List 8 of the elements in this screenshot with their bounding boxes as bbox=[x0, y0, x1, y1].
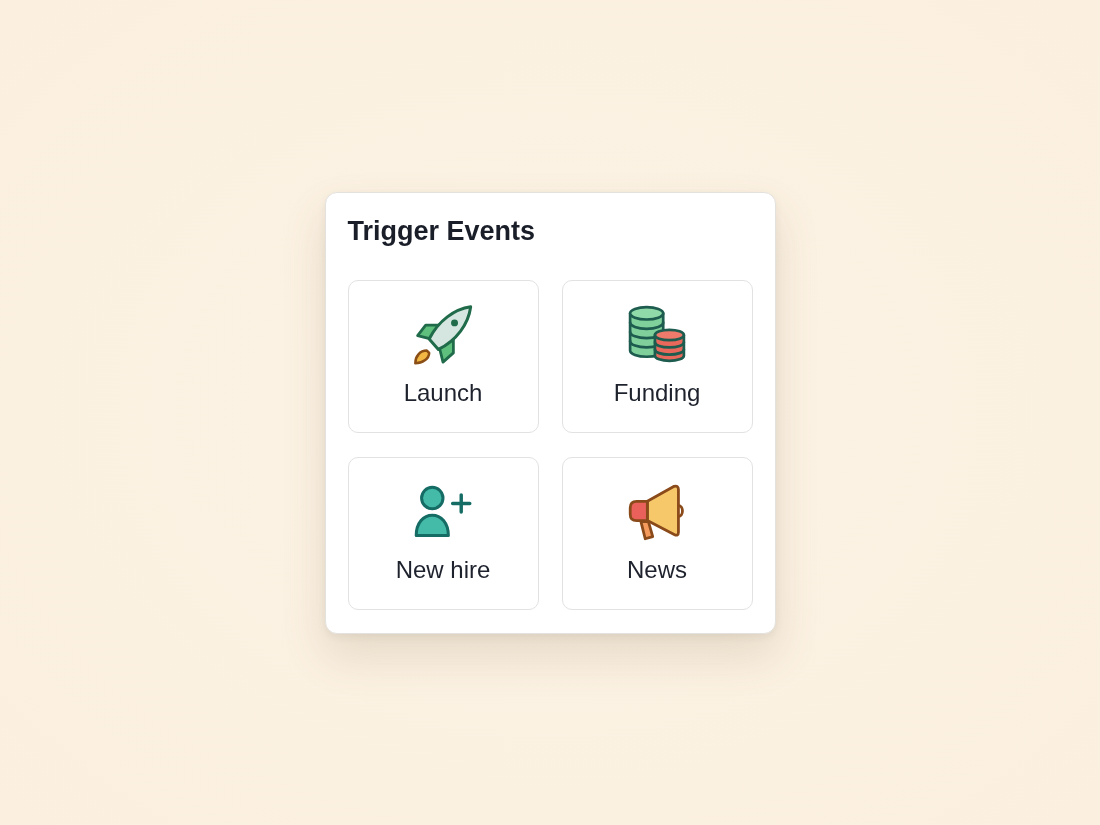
event-tile[interactable]: New hire bbox=[347, 456, 539, 610]
rocket-icon bbox=[413, 305, 473, 365]
coin-stacks-icon bbox=[627, 305, 687, 365]
event-tile[interactable]: News bbox=[561, 456, 753, 610]
event-tile[interactable]: Funding bbox=[561, 279, 753, 433]
event-tile[interactable]: Launch bbox=[347, 279, 539, 433]
panel-title: Trigger Events bbox=[347, 214, 536, 247]
megaphone-icon bbox=[627, 482, 687, 542]
